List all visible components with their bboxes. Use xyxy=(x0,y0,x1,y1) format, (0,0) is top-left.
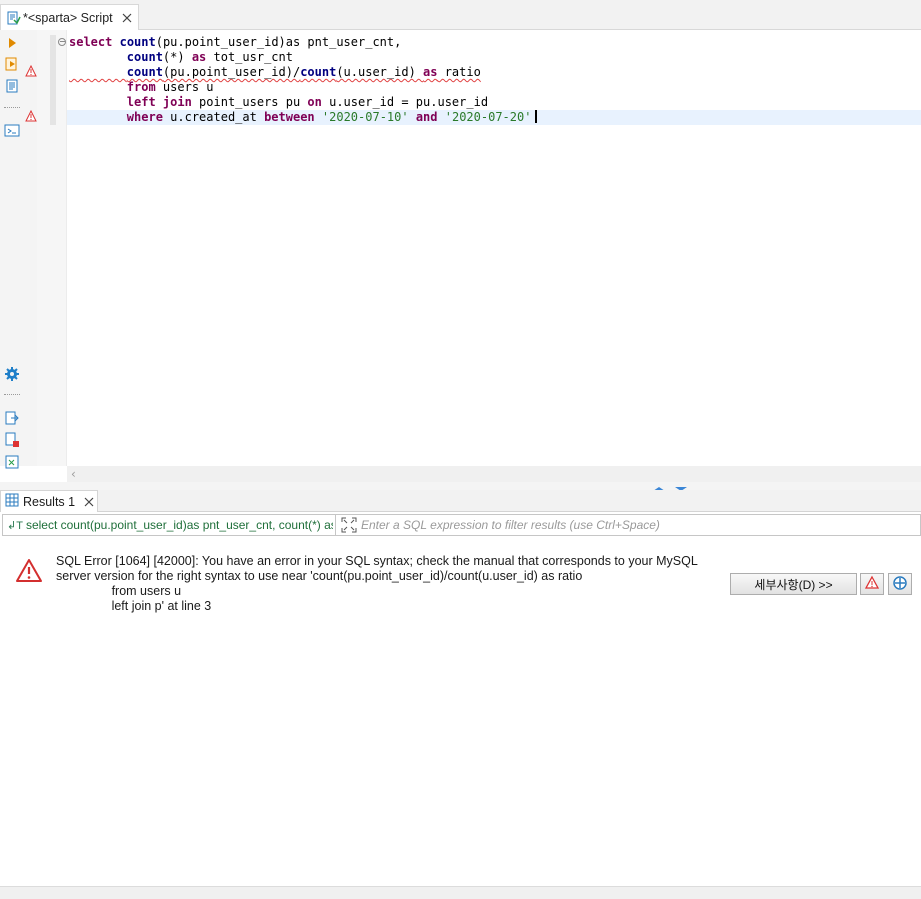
locate-button[interactable] xyxy=(888,573,912,595)
filter-input[interactable] xyxy=(361,515,919,535)
results-tab-bar: Results 1 xyxy=(0,490,921,512)
maximize-restore-icon[interactable] xyxy=(652,482,688,491)
tab-label: *<sparta> Script xyxy=(23,10,113,25)
toolbar-separator xyxy=(4,394,20,396)
code-line-6[interactable]: where u.created_at between '2020-07-10' … xyxy=(67,110,921,125)
line-gutter: − xyxy=(37,30,67,466)
warning-button[interactable] xyxy=(860,573,884,595)
code-line-2[interactable]: count(*) as tot_usr_cnt xyxy=(67,50,921,65)
editor-side-toolbar xyxy=(0,30,24,469)
sql-query-icon: ↲T xyxy=(7,519,23,532)
scroll-left-icon[interactable]: ‹ xyxy=(71,467,76,481)
results-bottom-toolbar xyxy=(0,886,921,899)
execute-script-icon[interactable] xyxy=(4,56,20,72)
crosshair-icon xyxy=(892,575,908,594)
terminal-icon[interactable] xyxy=(4,122,20,138)
explain-plan-icon[interactable] xyxy=(4,78,20,94)
changed-lines-marker xyxy=(50,35,56,125)
error-marker-icon[interactable] xyxy=(25,64,37,77)
sql-editor[interactable]: select count(pu.point_user_id)as pnt_use… xyxy=(67,30,921,466)
sql-script-icon xyxy=(5,10,21,26)
filter-expand-icon[interactable] xyxy=(341,517,357,533)
code-line-3[interactable]: count(pu.point_user_id)/count(u.user_id)… xyxy=(67,65,921,80)
export-icon[interactable] xyxy=(4,410,20,426)
warning-icon xyxy=(864,575,880,594)
details-button[interactable]: 세부사항(D) >> xyxy=(730,573,857,595)
close-icon[interactable] xyxy=(121,12,133,24)
excel-icon[interactable] xyxy=(4,454,20,470)
code-line-5[interactable]: left join point_users pu on u.user_id = … xyxy=(67,95,921,110)
query-echo-label: select count(pu.point_user_id)as pnt_use… xyxy=(25,518,333,532)
results-grid-icon xyxy=(5,493,19,510)
horizontal-scrollbar[interactable]: ‹ xyxy=(67,466,921,482)
tab-label: Results 1 xyxy=(23,494,76,509)
close-icon[interactable] xyxy=(83,496,95,508)
error-message: SQL Error [1064] [42000]: You have an er… xyxy=(56,554,698,613)
toolbar-separator xyxy=(4,107,20,109)
error-file-icon[interactable] xyxy=(4,432,20,448)
query-text[interactable]: ↲T select count(pu.point_user_id)as pnt_… xyxy=(3,515,333,535)
annotation-ruler xyxy=(24,30,37,466)
code-line-4[interactable]: from users u xyxy=(67,80,921,95)
error-icon xyxy=(15,558,43,584)
panel-splitter[interactable] xyxy=(0,482,921,490)
error-panel: SQL Error [1064] [42000]: You have an er… xyxy=(0,538,921,886)
tab-sparta-script[interactable]: *<sparta> Script xyxy=(0,4,139,30)
execute-icon[interactable] xyxy=(4,35,20,51)
filter-divider xyxy=(335,515,336,535)
code-line-1[interactable]: select count(pu.point_user_id)as pnt_use… xyxy=(67,35,921,50)
editor-tab-bar: *<sparta> Script xyxy=(0,0,921,30)
error-marker-icon[interactable] xyxy=(25,109,37,122)
settings-icon[interactable] xyxy=(4,366,20,382)
text-cursor xyxy=(535,110,538,123)
tab-results-1[interactable]: Results 1 xyxy=(0,490,98,512)
results-filter-bar: ↲T select count(pu.point_user_id)as pnt_… xyxy=(2,514,921,536)
fold-toggle-icon[interactable]: − xyxy=(58,38,66,46)
